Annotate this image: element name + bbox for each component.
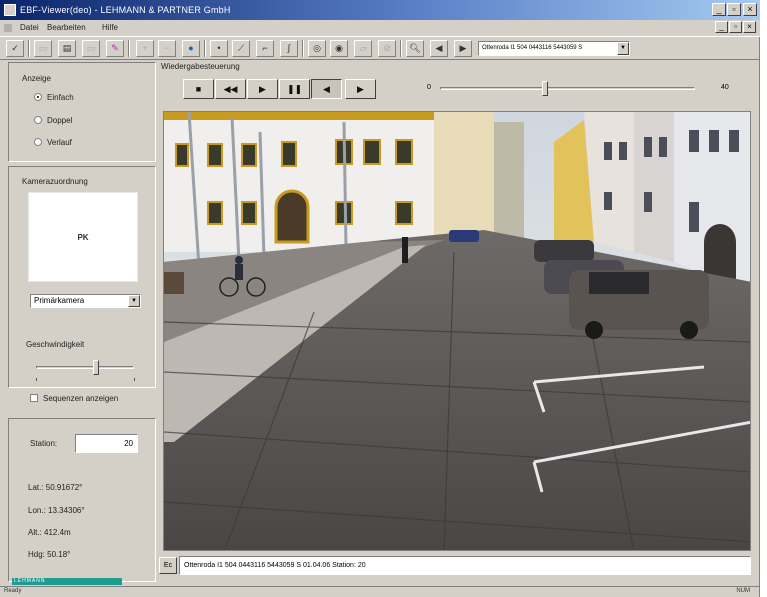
radio-single[interactable]: Einfach: [34, 93, 74, 102]
camera-title: Kamerazuordnung: [22, 177, 88, 186]
radio-dot: [34, 93, 42, 101]
eraser-icon[interactable]: ✎: [106, 40, 124, 57]
toolbar-separator: [400, 40, 402, 57]
viewer-panel: Wiedergabesteuerung ■ ◀◀ ▶ ❚❚ ◀ ▶ 0 40 E…: [157, 62, 757, 586]
location-text: Ottenroda I1 504 0443116 5443059 S 01.04…: [179, 556, 751, 575]
child-restore-icon[interactable]: ▫: [729, 21, 742, 33]
station-select-value: Ottenroda I1 504 0443116 5443059 S: [482, 45, 583, 51]
child-minimize-icon[interactable]: _: [715, 21, 728, 33]
next-icon[interactable]: ▶: [454, 40, 472, 57]
disabled-icon-1[interactable]: ▱: [354, 40, 372, 57]
menu-edit[interactable]: Bearbeiten: [47, 23, 86, 32]
restore-icon[interactable]: ▫: [727, 3, 741, 16]
position-slider-thumb[interactable]: [542, 81, 548, 96]
camera-select[interactable]: Primärkamera ▼: [30, 294, 141, 308]
zoom-out-icon[interactable]: ▭: [34, 40, 52, 57]
menu-bar: Datei Bearbeiten Hilfe: [0, 20, 760, 36]
position-slider-track[interactable]: [440, 87, 695, 90]
latitude-value: Lat.: 50.91672°: [28, 483, 83, 492]
chevron-down-icon[interactable]: ▼: [128, 295, 140, 307]
status-text: Ready: [4, 588, 22, 594]
compass-view[interactable]: PK: [28, 192, 138, 282]
check-icon[interactable]: ✓: [6, 40, 24, 57]
toolbar-separator: [128, 40, 130, 57]
pause-button[interactable]: ❚❚: [279, 79, 310, 99]
left-panel: Anzeige Einfach Doppel Verlauf Kamerazuo…: [8, 62, 156, 582]
status-indicator: NUM: [736, 588, 750, 594]
toolbar-separator: [28, 40, 30, 57]
slider-tick: [36, 378, 37, 381]
line-icon[interactable]: ⟋: [232, 40, 250, 57]
longitude-value: Lon.: 13.34306°: [28, 506, 85, 515]
toolbar-separator: [302, 40, 304, 57]
rewind-button[interactable]: ◀◀: [215, 79, 246, 99]
position-slider-max: 40: [721, 84, 729, 91]
child-close-icon[interactable]: ×: [743, 21, 756, 33]
toolbar-separator: [204, 40, 206, 57]
title-bar[interactable]: EBF-Viewer(deo) - LEHMANN & PARTNER GmbH…: [0, 0, 760, 20]
menu-help[interactable]: Hilfe: [102, 23, 118, 32]
point-icon[interactable]: •: [210, 40, 228, 57]
company-logo: LEHMANN: [12, 578, 122, 585]
toolbar: ✓ ▭ ▤ ▭ ✎ + − ● • ⟋ ⌐ ∫ ◎ ◉ ▱ ⊘ 🔍︎ ◀ ▶ O…: [0, 36, 760, 60]
play-button[interactable]: ▶: [247, 79, 278, 99]
display-title: Anzeige: [22, 74, 51, 83]
doc-icon[interactable]: [4, 24, 12, 32]
step-forward-button[interactable]: ▶: [345, 79, 376, 99]
street-photo-image: [164, 112, 750, 550]
viewer-title: Wiedergabesteuerung: [161, 62, 240, 71]
minus-icon[interactable]: −: [158, 40, 176, 57]
polyline-icon[interactable]: ⌐: [256, 40, 274, 57]
first-button[interactable]: ■: [183, 79, 214, 99]
status-bar: Ready NUM: [0, 586, 760, 597]
close-icon[interactable]: ×: [743, 3, 757, 16]
station-label: Station:: [30, 439, 58, 448]
menu-file[interactable]: Datei: [20, 23, 39, 32]
minimize-icon[interactable]: _: [712, 3, 726, 16]
radio-dot: [34, 116, 42, 124]
heading-value: Hdg: 50.18°: [28, 550, 71, 559]
speed-title: Geschwindigkeit: [26, 340, 85, 349]
show-sequences-checkbox[interactable]: Sequenzen anzeigen: [30, 394, 118, 403]
step-back-button[interactable]: ◀: [311, 79, 342, 99]
compass-label: PK: [77, 233, 89, 242]
measure-icon[interactable]: ◎: [308, 40, 326, 57]
curve-icon[interactable]: ∫: [280, 40, 298, 57]
add-icon[interactable]: +: [136, 40, 154, 57]
altitude-value: Alt.: 412.4m: [28, 528, 71, 537]
app-icon: [4, 4, 16, 16]
camera-select-value: Primärkamera: [34, 296, 85, 305]
magnifier-icon[interactable]: 🔍︎: [406, 40, 424, 57]
station-select[interactable]: Ottenroda I1 504 0443116 5443059 S ▼: [478, 41, 630, 56]
main-window: EBF-Viewer(deo) - LEHMANN & PARTNER GmbH…: [0, 0, 760, 597]
stop-icon[interactable]: ▭: [82, 40, 100, 57]
radio-double[interactable]: Doppel: [34, 116, 72, 125]
window-title: EBF-Viewer(deo) - LEHMANN & PARTNER GmbH: [20, 5, 231, 15]
radio-history[interactable]: Verlauf: [34, 138, 72, 147]
disabled-icon-2[interactable]: ⊘: [378, 40, 396, 57]
zoom-in-icon[interactable]: ▤: [58, 40, 76, 57]
radio-dot: [34, 138, 42, 146]
checkbox-box: [30, 394, 38, 402]
station-input[interactable]: 20: [75, 434, 138, 453]
slider-tick: [134, 378, 135, 381]
speed-slider-thumb[interactable]: [93, 360, 99, 375]
globe-icon[interactable]: ●: [182, 40, 200, 57]
speed-slider-track[interactable]: [36, 366, 134, 369]
chevron-down-icon[interactable]: ▼: [617, 42, 629, 55]
street-photo[interactable]: [163, 111, 751, 551]
location-prefix[interactable]: Ec: [159, 557, 177, 574]
layer-icon[interactable]: ◉: [330, 40, 348, 57]
previous-icon[interactable]: ◀: [430, 40, 448, 57]
position-slider-min: 0: [427, 84, 431, 91]
